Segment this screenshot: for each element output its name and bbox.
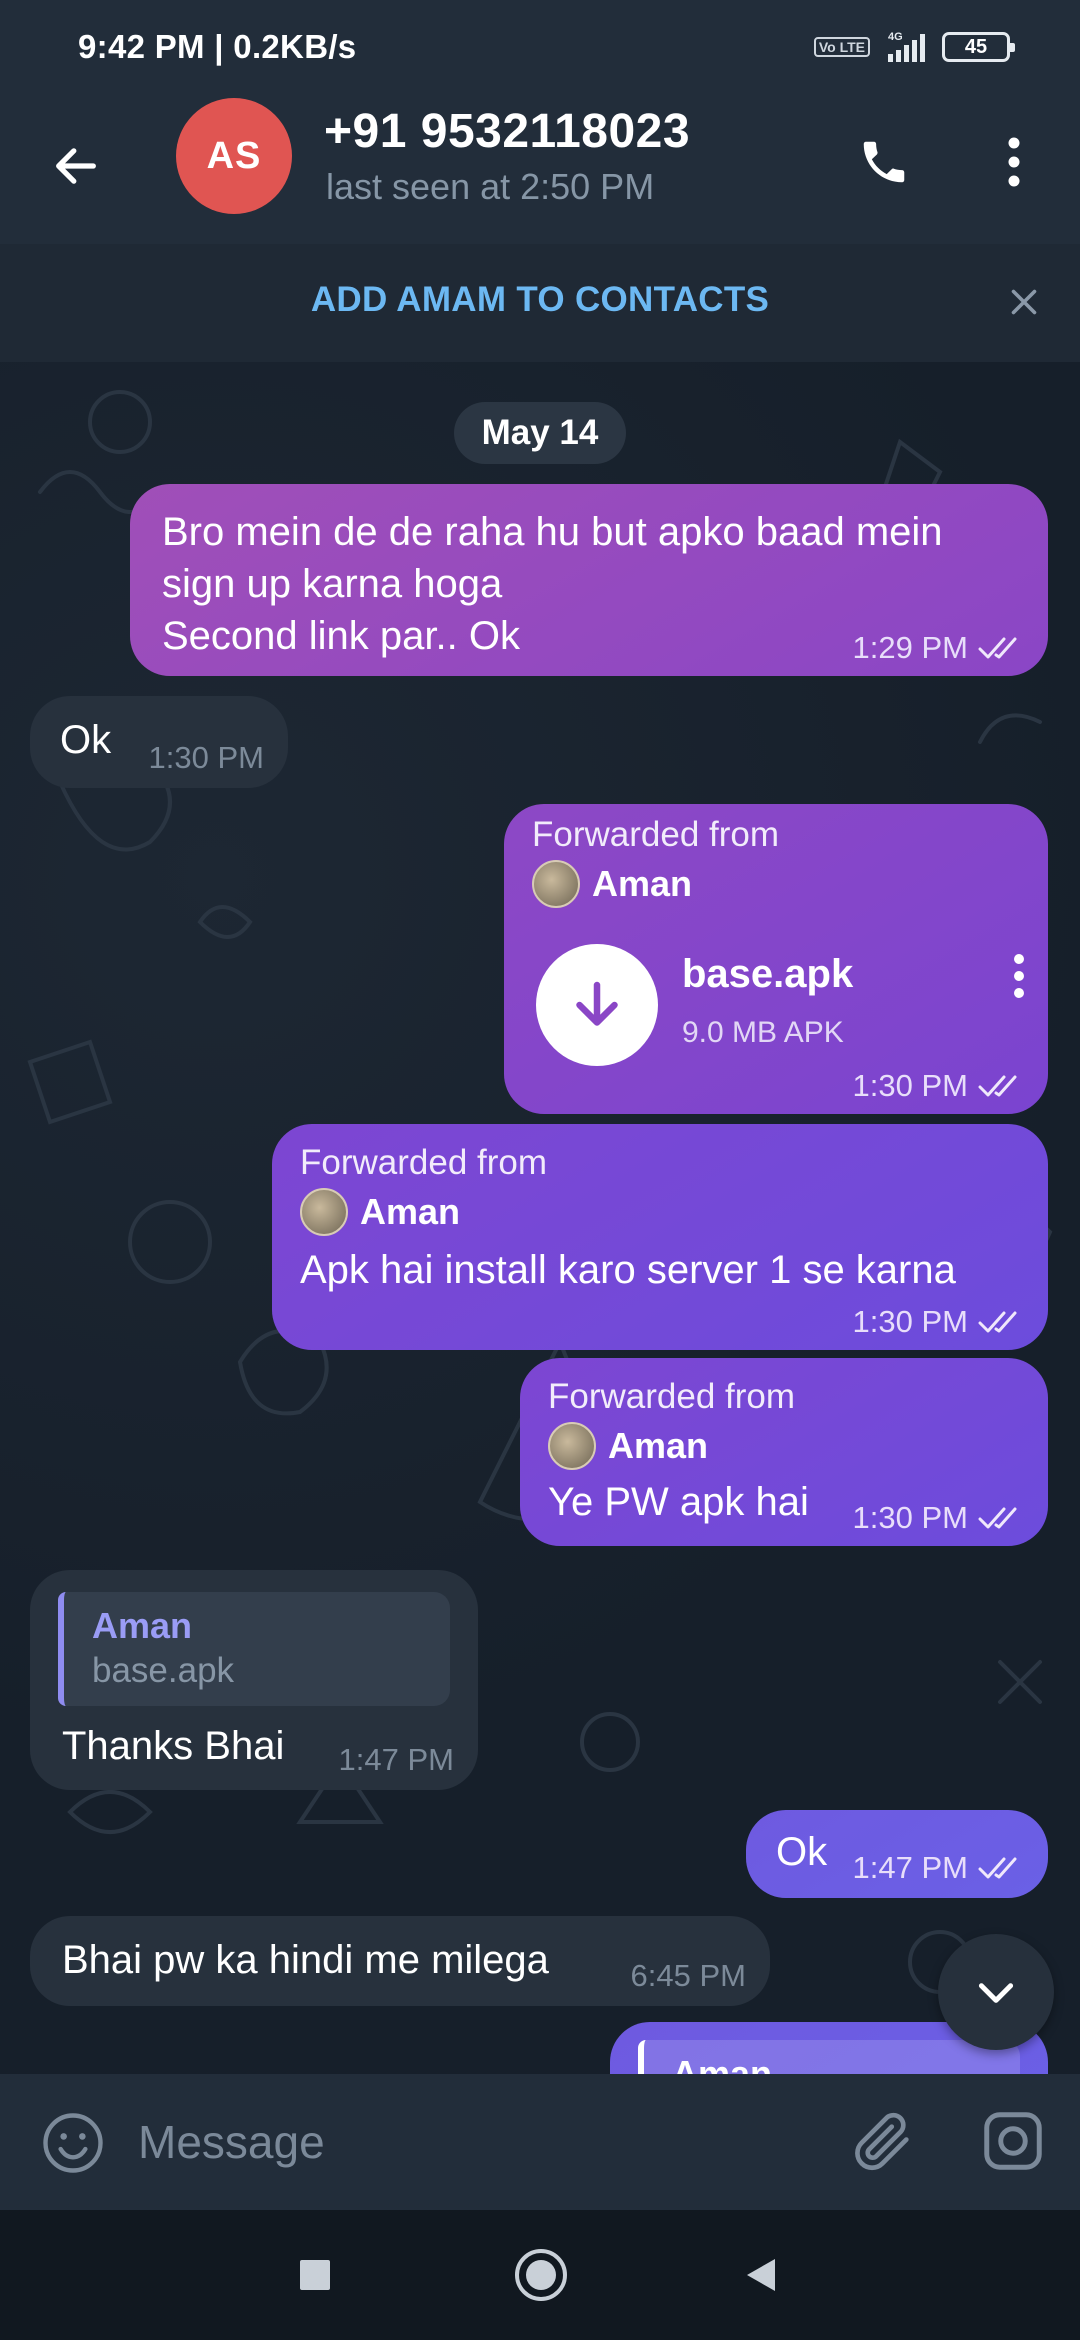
message-bubble-incoming[interactable]: Ok 1:30 PM — [30, 696, 288, 788]
avatar[interactable]: AS — [176, 98, 292, 214]
square-icon — [300, 2260, 330, 2290]
add-contact-bar: ADD AMAM TO CONTACTS — [0, 244, 1080, 362]
forwarded-label: Forwarded from — [548, 1377, 796, 1416]
phone-icon — [863, 141, 905, 183]
double-check-icon — [978, 1857, 1017, 1879]
message-meta: 6:45 PM — [631, 1958, 746, 1994]
message-time: 1:30 PM — [148, 740, 264, 775]
forwarded-name: Aman — [592, 863, 693, 904]
close-icon — [1011, 289, 1037, 315]
signal-icon: 4G — [888, 31, 925, 62]
message-time: 1:30 PM — [852, 1068, 968, 1103]
smiley-icon — [43, 2113, 103, 2173]
forwarded-from[interactable]: Aman — [548, 1422, 1020, 1470]
double-check-icon — [978, 637, 1017, 659]
message-bubble-outgoing[interactable]: Forwarded from Aman Ye PW apk hai 1:30 P… — [520, 1358, 1048, 1546]
status-time: 9:42 PM | 0.2KB/s — [78, 28, 357, 65]
message-time: 1:29 PM — [852, 630, 968, 665]
message-time: 6:45 PM — [630, 1958, 746, 1993]
back-nav-button[interactable] — [730, 2244, 792, 2306]
forwarded-label: Forwarded from — [532, 815, 780, 854]
network-type: 4G — [888, 31, 903, 43]
double-check-icon — [978, 1507, 1017, 1529]
file-name: base.apk — [682, 952, 854, 996]
message-line: sign up karna hoga — [162, 562, 503, 606]
avatar-initials: AS — [206, 134, 262, 177]
message-composer — [0, 2074, 1080, 2210]
paperclip-icon — [855, 2112, 909, 2171]
message-meta: 1:47 PM — [339, 1742, 454, 1778]
chat-screen: 9:42 PM | 0.2KB/s Vo LTE 4G 45 AS +91 95… — [0, 0, 1080, 2340]
reply-preview[interactable]: Aman base.apk — [58, 1592, 450, 1706]
file-menu-button[interactable] — [1004, 946, 1034, 1006]
forwarded-label: Forwarded from — [300, 1143, 548, 1182]
download-arrow-icon — [576, 981, 618, 1026]
battery-level: 45 — [964, 35, 988, 58]
forwarded-name: Aman — [360, 1191, 461, 1232]
volte-label: Vo LTE — [818, 39, 865, 55]
message-meta: 1:30 PM — [149, 740, 264, 776]
home-button[interactable] — [510, 2244, 572, 2306]
attach-button[interactable] — [848, 2106, 918, 2176]
message-time: 1:30 PM — [852, 1500, 968, 1535]
battery-icon: 45 — [942, 32, 1015, 62]
last-seen-status: last seen at 2:50 PM — [326, 166, 655, 207]
forwarded-name: Aman — [608, 1425, 709, 1466]
more-options-button[interactable] — [982, 126, 1046, 198]
vertical-dots-icon — [1008, 137, 1020, 187]
message-bubble-outgoing[interactable]: Forwarded from Aman Apk hai install karo… — [272, 1124, 1048, 1350]
forward-avatar — [532, 860, 580, 908]
message-bubble-incoming[interactable]: Bhai pw ka hindi me milega 6:45 PM — [30, 1916, 770, 2006]
home-circle-icon — [515, 2249, 567, 2301]
status-icons: Vo LTE 4G 45 — [813, 30, 1015, 64]
forward-avatar — [300, 1188, 348, 1236]
message-text: Apk hai install karo server 1 se karna — [300, 1248, 956, 1292]
message-time: 1:47 PM — [338, 1742, 454, 1777]
recents-button[interactable] — [284, 2244, 346, 2306]
arrow-left-icon — [56, 148, 96, 184]
message-meta: 1:30 PM — [853, 1068, 1024, 1104]
triangle-back-icon — [747, 2259, 775, 2291]
forwarded-from[interactable]: Aman — [532, 860, 1020, 908]
camera-button[interactable] — [978, 2106, 1048, 2176]
message-bubble-outgoing[interactable]: Bro mein de de raha hu but apko baad mei… — [130, 484, 1048, 676]
double-check-icon — [978, 1311, 1017, 1333]
date-separator: May 14 — [454, 402, 626, 464]
message-meta: 1:29 PM — [853, 630, 1024, 666]
double-check-icon — [978, 1075, 1017, 1097]
message-line: Bro mein de de raha hu but apko baad mei… — [162, 510, 943, 554]
forward-avatar — [548, 1422, 596, 1470]
message-meta: 1:47 PM — [853, 1850, 1024, 1886]
message-meta: 1:30 PM — [853, 1500, 1024, 1536]
volte-icon: Vo LTE — [813, 37, 870, 57]
message-bubble-file[interactable]: Forwarded from Aman base.apk 9.0 MB APK … — [504, 804, 1048, 1114]
back-button[interactable] — [40, 130, 112, 202]
message-time: 1:30 PM — [852, 1304, 968, 1339]
vertical-dots-icon — [1014, 954, 1024, 998]
message-time: 1:47 PM — [852, 1850, 968, 1885]
chevron-down-icon — [978, 1983, 1014, 2003]
scroll-to-bottom-button[interactable] — [938, 1934, 1054, 2050]
download-button[interactable] — [536, 944, 658, 1066]
chat-title[interactable]: +91 9532118023 — [324, 104, 690, 159]
emoji-button[interactable] — [40, 2110, 106, 2176]
reply-text: base.apk — [92, 1651, 235, 1690]
message-bubble-outgoing[interactable]: Ok 1:47 PM — [746, 1810, 1048, 1898]
dismiss-add-contact-button[interactable] — [996, 274, 1052, 330]
instagram-camera-icon — [984, 2112, 1042, 2170]
call-button[interactable] — [848, 126, 920, 198]
add-to-contacts-link[interactable]: ADD AMAM TO CONTACTS — [0, 280, 1080, 320]
message-bubble-incoming[interactable]: Aman base.apk Thanks Bhai 1:47 PM — [30, 1570, 478, 1790]
forwarded-from[interactable]: Aman — [300, 1188, 1020, 1236]
chat-header: AS +91 9532118023 last seen at 2:50 PM — [0, 96, 1080, 244]
file-size: 9.0 MB APK — [682, 1016, 844, 1049]
system-navigation-bar — [0, 2210, 1080, 2340]
reply-author: Aman — [92, 1605, 193, 1646]
status-bar: 9:42 PM | 0.2KB/s Vo LTE 4G 45 — [0, 0, 1080, 96]
message-meta: 1:30 PM — [853, 1304, 1024, 1340]
message-input[interactable] — [138, 2104, 798, 2180]
